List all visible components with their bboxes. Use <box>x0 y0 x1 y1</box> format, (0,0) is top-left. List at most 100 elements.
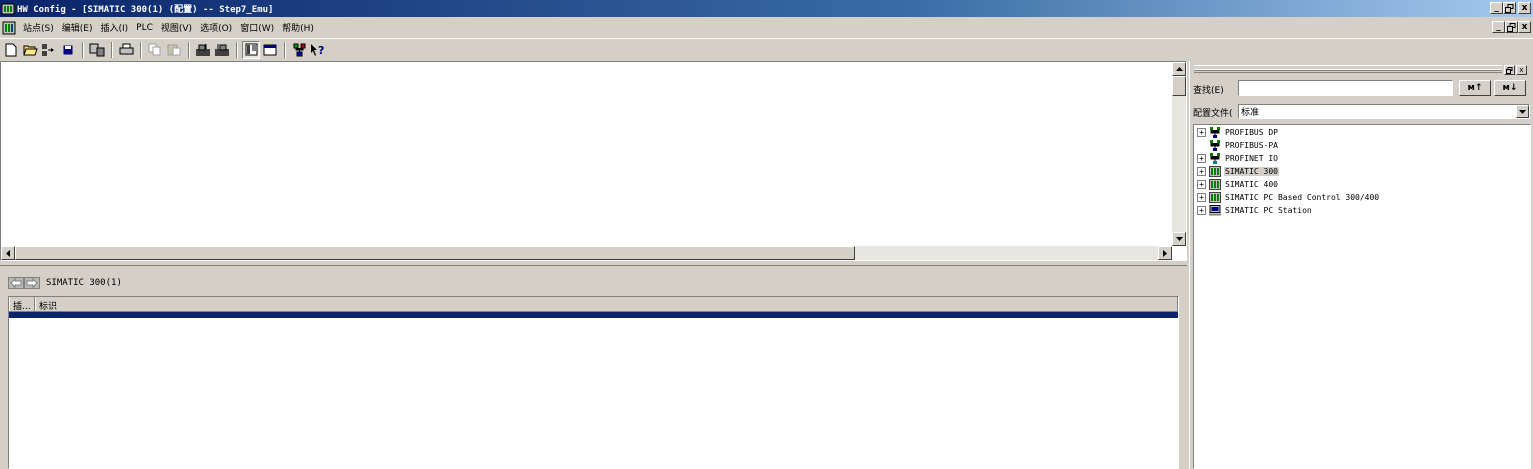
arrow-down-icon <box>1175 237 1183 241</box>
scroll-right-button[interactable] <box>1158 246 1172 260</box>
menu-options[interactable]: 选项(O) <box>196 21 236 34</box>
save-button[interactable] <box>59 41 77 59</box>
restore-icon <box>1506 66 1513 74</box>
paste-button[interactable] <box>165 41 183 59</box>
arrow-up-icon <box>1175 67 1183 71</box>
arrow-back-icon <box>8 277 24 289</box>
menu-help[interactable]: 帮助(H) <box>278 21 318 34</box>
copy-icon <box>148 43 161 56</box>
expand-icon[interactable]: + <box>1197 128 1206 137</box>
find-down-icon: ᴍ↑ <box>1467 83 1483 93</box>
paste-icon <box>167 44 181 56</box>
hw-config-app-icon[interactable] <box>1 2 15 16</box>
arrow-right-icon <box>1163 249 1167 257</box>
close-button[interactable]: x <box>1518 2 1531 14</box>
minimize-button[interactable]: _ <box>1490 2 1503 14</box>
menu-bar: 站点(S) 编辑(E) 插入(I) PLC 视图(V) 选项(O) 窗口(W) … <box>0 17 1533 38</box>
table-header: 插... 标识 <box>9 297 1178 312</box>
scroll-down-button[interactable] <box>1172 232 1186 246</box>
expand-icon[interactable]: + <box>1197 206 1206 215</box>
detail-header: SIMATIC 300(1) <box>8 274 122 292</box>
column-slot[interactable]: 插... <box>9 297 35 311</box>
new-button[interactable] <box>2 41 20 59</box>
download-button[interactable] <box>88 41 106 59</box>
save-compile-button[interactable] <box>40 41 58 59</box>
expand-icon[interactable]: + <box>1197 154 1206 163</box>
tree-item-label: SIMATIC 300 <box>1224 167 1279 176</box>
tree-item-simatic-300[interactable]: + SIMATIC 300 <box>1194 165 1530 178</box>
toolbar-separator <box>284 41 286 58</box>
catalog-restore-button[interactable] <box>1504 65 1515 75</box>
rack-icon <box>1209 179 1221 190</box>
pc-station-icon <box>1209 205 1221 216</box>
workspace-horizontal-scrollbar[interactable] <box>1 246 1172 260</box>
station-name: SIMATIC 300(1) <box>46 278 122 288</box>
tree-item-label: SIMATIC 400 <box>1225 180 1278 189</box>
table-row[interactable] <box>9 312 1178 318</box>
find-up-button[interactable]: ᴍ↓ <box>1494 80 1526 96</box>
expand-icon[interactable]: + <box>1197 180 1206 189</box>
vertical-scroll-thumb[interactable] <box>1172 76 1186 96</box>
mdi-minimize-button[interactable]: _ <box>1492 21 1505 33</box>
expand-icon[interactable]: + <box>1197 167 1206 176</box>
help-icon: ? <box>311 43 324 57</box>
expand-icon[interactable]: + <box>1197 193 1206 202</box>
download-module-icon <box>215 43 229 56</box>
new-icon <box>5 43 17 56</box>
menu-insert[interactable]: 插入(I) <box>96 21 132 34</box>
menu-edit[interactable]: 编辑(E) <box>58 21 97 34</box>
upload-button[interactable] <box>194 41 212 59</box>
network-icon <box>293 43 305 56</box>
find-down-button[interactable]: ᴍ↑ <box>1459 80 1491 96</box>
profile-select[interactable]: 标准 <box>1238 104 1530 119</box>
tree-item-profibus-pa[interactable]: PROFIBUS-PA <box>1194 139 1530 152</box>
forward-button[interactable] <box>24 277 40 290</box>
tree-item-simatic-400[interactable]: + SIMATIC 400 <box>1194 178 1530 191</box>
tree-item-simatic-pc-based-control[interactable]: + SIMATIC PC Based Control 300/400 <box>1194 191 1530 204</box>
scroll-up-button[interactable] <box>1172 62 1186 76</box>
search-input[interactable] <box>1238 80 1453 96</box>
open-icon <box>22 45 38 56</box>
horizontal-scroll-thumb[interactable] <box>15 246 855 260</box>
copy-button[interactable] <box>146 41 164 59</box>
mdi-child-icon[interactable] <box>2 21 16 35</box>
menu-station[interactable]: 站点(S) <box>19 21 58 34</box>
catalog-button[interactable] <box>242 40 260 59</box>
menu-plc[interactable]: PLC <box>132 23 157 33</box>
tree-item-label: SIMATIC PC Based Control 300/400 <box>1225 193 1380 202</box>
rack-icon <box>1209 192 1221 203</box>
restore-button[interactable] <box>1503 2 1516 14</box>
network-button[interactable] <box>290 41 308 59</box>
catalog-grip[interactable] <box>1194 65 1502 73</box>
catalog-close-button[interactable]: x <box>1516 65 1527 75</box>
arrow-left-icon <box>6 249 10 257</box>
search-label: 查找(E) <box>1193 86 1224 96</box>
back-button[interactable] <box>8 277 24 290</box>
tree-item-label: PROFIBUS-PA <box>1225 141 1278 150</box>
column-identifier[interactable]: 标识 <box>35 297 1178 311</box>
menu-window[interactable]: 窗口(W) <box>236 21 278 34</box>
tree-item-profibus-dp[interactable]: + PROFIBUS DP <box>1194 126 1530 139</box>
mdi-restore-button[interactable] <box>1505 21 1518 33</box>
window-button[interactable] <box>261 41 279 59</box>
station-workspace[interactable] <box>0 61 1187 261</box>
mdi-close-button[interactable]: x <box>1518 21 1531 33</box>
open-button[interactable] <box>21 41 39 59</box>
save-compile-icon <box>42 43 54 56</box>
tree-item-simatic-pc-station[interactable]: + SIMATIC PC Station <box>1194 204 1530 217</box>
toolbar-separator <box>236 41 238 58</box>
download-icon <box>89 43 105 56</box>
print-button[interactable] <box>117 41 135 59</box>
pane-splitter[interactable] <box>0 262 1187 266</box>
dropdown-button[interactable] <box>1516 105 1529 118</box>
tree-item-profinet-io[interactable]: + PROFINET IO <box>1194 152 1530 165</box>
context-help-button[interactable]: ? <box>309 41 327 59</box>
toolbar-separator <box>111 41 113 58</box>
download-module-button[interactable] <box>213 41 231 59</box>
catalog-tree[interactable]: + PROFIBUS DP PROFIBUS-PA + PROFINET IO … <box>1193 124 1531 469</box>
scroll-left-button[interactable] <box>1 246 15 260</box>
menu-view[interactable]: 视图(V) <box>157 21 196 34</box>
tree-item-label: SIMATIC PC Station <box>1225 206 1312 215</box>
module-table[interactable]: 插... 标识 <box>8 296 1179 469</box>
workspace-vertical-scrollbar[interactable] <box>1172 62 1186 246</box>
